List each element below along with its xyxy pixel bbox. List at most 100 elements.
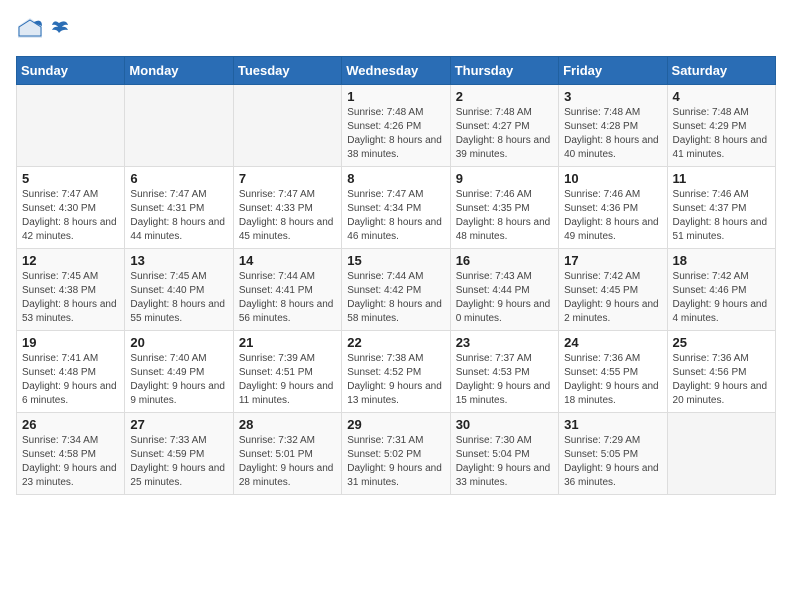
calendar-cell: 2 Sunrise: 7:48 AM Sunset: 4:27 PM Daylig… bbox=[450, 85, 558, 167]
calendar-cell: 6 Sunrise: 7:47 AM Sunset: 4:31 PM Daylig… bbox=[125, 167, 233, 249]
weekday-header-monday: Monday bbox=[125, 57, 233, 85]
day-info: Sunrise: 7:43 AM Sunset: 4:44 PM Dayligh… bbox=[456, 270, 553, 326]
calendar-cell: 1 Sunrise: 7:48 AM Sunset: 4:26 PM Daylig… bbox=[342, 85, 450, 167]
day-number: 30 bbox=[456, 417, 553, 432]
calendar-cell: 10Sunrise: 7:46 AM Sunset: 4:36 PM Dayli… bbox=[559, 167, 667, 249]
day-number: 28 bbox=[239, 417, 336, 432]
day-number: 2 bbox=[456, 89, 553, 104]
week-row-1: 1 Sunrise: 7:48 AM Sunset: 4:26 PM Daylig… bbox=[17, 85, 776, 167]
calendar-cell: 16 Sunrise: 7:43 AM Sunset: 4:44 PM Dayli… bbox=[450, 249, 558, 331]
calendar: SundayMondayTuesdayWednesdayThursdayFrid… bbox=[16, 56, 776, 495]
day-number: 20 bbox=[130, 335, 227, 350]
week-row-2: 5 Sunrise: 7:47 AM Sunset: 4:30 PM Daylig… bbox=[17, 167, 776, 249]
day-number: 16 bbox=[456, 253, 553, 268]
day-info: Sunrise: 7:45 AM Sunset: 4:38 PM Dayligh… bbox=[22, 270, 119, 326]
day-info: Sunrise: 7:40 AM Sunset: 4:49 PM Dayligh… bbox=[130, 352, 227, 408]
weekday-header-saturday: Saturday bbox=[667, 57, 775, 85]
header bbox=[16, 16, 776, 44]
calendar-cell: 28 Sunrise: 7:32 AM Sunset: 5:01 PM Dayli… bbox=[233, 413, 341, 495]
day-number: 17 bbox=[564, 253, 661, 268]
day-info: Sunrise: 7:47 AM Sunset: 4:33 PM Dayligh… bbox=[239, 188, 336, 244]
day-number: 25 bbox=[673, 335, 770, 350]
day-info: Sunrise: 7:39 AM Sunset: 4:51 PM Dayligh… bbox=[239, 352, 336, 408]
day-info: Sunrise: 7:32 AM Sunset: 5:01 PM Dayligh… bbox=[239, 434, 336, 490]
calendar-cell: 19 Sunrise: 7:41 AM Sunset: 4:48 PM Dayli… bbox=[17, 331, 125, 413]
day-number: 14 bbox=[239, 253, 336, 268]
calendar-cell: 11 Sunrise: 7:46 AM Sunset: 4:37 PM Dayli… bbox=[667, 167, 775, 249]
logo-icon bbox=[16, 16, 44, 44]
day-info: Sunrise: 7:41 AM Sunset: 4:48 PM Dayligh… bbox=[22, 352, 119, 408]
calendar-cell: 21 Sunrise: 7:39 AM Sunset: 4:51 PM Dayli… bbox=[233, 331, 341, 413]
day-number: 5 bbox=[22, 171, 119, 186]
day-number: 6 bbox=[130, 171, 227, 186]
day-number: 23 bbox=[456, 335, 553, 350]
calendar-cell: 25 Sunrise: 7:36 AM Sunset: 4:56 PM Dayli… bbox=[667, 331, 775, 413]
calendar-cell: 18Sunrise: 7:42 AM Sunset: 4:46 PM Dayli… bbox=[667, 249, 775, 331]
calendar-cell: 23Sunrise: 7:37 AM Sunset: 4:53 PM Dayli… bbox=[450, 331, 558, 413]
day-number: 15 bbox=[347, 253, 444, 268]
logo bbox=[16, 16, 70, 44]
day-number: 26 bbox=[22, 417, 119, 432]
day-info: Sunrise: 7:48 AM Sunset: 4:29 PM Dayligh… bbox=[673, 106, 770, 162]
day-number: 12 bbox=[22, 253, 119, 268]
calendar-cell bbox=[233, 85, 341, 167]
weekday-header-row: SundayMondayTuesdayWednesdayThursdayFrid… bbox=[17, 57, 776, 85]
day-number: 24 bbox=[564, 335, 661, 350]
day-number: 21 bbox=[239, 335, 336, 350]
day-info: Sunrise: 7:47 AM Sunset: 4:30 PM Dayligh… bbox=[22, 188, 119, 244]
day-info: Sunrise: 7:48 AM Sunset: 4:28 PM Dayligh… bbox=[564, 106, 661, 162]
day-info: Sunrise: 7:46 AM Sunset: 4:36 PM Dayligh… bbox=[564, 188, 661, 244]
calendar-cell: 15 Sunrise: 7:44 AM Sunset: 4:42 PM Dayli… bbox=[342, 249, 450, 331]
day-info: Sunrise: 7:42 AM Sunset: 4:45 PM Dayligh… bbox=[564, 270, 661, 326]
day-info: Sunrise: 7:46 AM Sunset: 4:37 PM Dayligh… bbox=[673, 188, 770, 244]
day-number: 22 bbox=[347, 335, 444, 350]
week-row-3: 12 Sunrise: 7:45 AM Sunset: 4:38 PM Dayli… bbox=[17, 249, 776, 331]
day-info: Sunrise: 7:47 AM Sunset: 4:31 PM Dayligh… bbox=[130, 188, 227, 244]
weekday-header-sunday: Sunday bbox=[17, 57, 125, 85]
calendar-cell: 22Sunrise: 7:38 AM Sunset: 4:52 PM Dayli… bbox=[342, 331, 450, 413]
day-info: Sunrise: 7:44 AM Sunset: 4:42 PM Dayligh… bbox=[347, 270, 444, 326]
day-number: 19 bbox=[22, 335, 119, 350]
calendar-cell: 5 Sunrise: 7:47 AM Sunset: 4:30 PM Daylig… bbox=[17, 167, 125, 249]
calendar-cell: 14 Sunrise: 7:44 AM Sunset: 4:41 PM Dayli… bbox=[233, 249, 341, 331]
day-number: 11 bbox=[673, 171, 770, 186]
calendar-cell: 8Sunrise: 7:47 AM Sunset: 4:34 PM Daylig… bbox=[342, 167, 450, 249]
calendar-cell: 29Sunrise: 7:31 AM Sunset: 5:02 PM Dayli… bbox=[342, 413, 450, 495]
day-number: 18 bbox=[673, 253, 770, 268]
day-info: Sunrise: 7:45 AM Sunset: 4:40 PM Dayligh… bbox=[130, 270, 227, 326]
day-info: Sunrise: 7:47 AM Sunset: 4:34 PM Dayligh… bbox=[347, 188, 444, 244]
weekday-header-thursday: Thursday bbox=[450, 57, 558, 85]
day-number: 4 bbox=[673, 89, 770, 104]
day-info: Sunrise: 7:46 AM Sunset: 4:35 PM Dayligh… bbox=[456, 188, 553, 244]
calendar-cell bbox=[17, 85, 125, 167]
day-info: Sunrise: 7:48 AM Sunset: 4:27 PM Dayligh… bbox=[456, 106, 553, 162]
week-row-5: 26 Sunrise: 7:34 AM Sunset: 4:58 PM Dayli… bbox=[17, 413, 776, 495]
calendar-cell: 7 Sunrise: 7:47 AM Sunset: 4:33 PM Daylig… bbox=[233, 167, 341, 249]
calendar-cell: 17 Sunrise: 7:42 AM Sunset: 4:45 PM Dayli… bbox=[559, 249, 667, 331]
calendar-cell: 13Sunrise: 7:45 AM Sunset: 4:40 PM Dayli… bbox=[125, 249, 233, 331]
day-number: 3 bbox=[564, 89, 661, 104]
weekday-header-wednesday: Wednesday bbox=[342, 57, 450, 85]
day-info: Sunrise: 7:36 AM Sunset: 4:56 PM Dayligh… bbox=[673, 352, 770, 408]
week-row-4: 19 Sunrise: 7:41 AM Sunset: 4:48 PM Dayli… bbox=[17, 331, 776, 413]
calendar-cell: 20 Sunrise: 7:40 AM Sunset: 4:49 PM Dayli… bbox=[125, 331, 233, 413]
day-info: Sunrise: 7:33 AM Sunset: 4:59 PM Dayligh… bbox=[130, 434, 227, 490]
day-number: 9 bbox=[456, 171, 553, 186]
calendar-cell: 26 Sunrise: 7:34 AM Sunset: 4:58 PM Dayli… bbox=[17, 413, 125, 495]
day-info: Sunrise: 7:34 AM Sunset: 4:58 PM Dayligh… bbox=[22, 434, 119, 490]
calendar-cell: 3 Sunrise: 7:48 AM Sunset: 4:28 PM Daylig… bbox=[559, 85, 667, 167]
day-number: 1 bbox=[347, 89, 444, 104]
day-info: Sunrise: 7:48 AM Sunset: 4:26 PM Dayligh… bbox=[347, 106, 444, 162]
weekday-header-friday: Friday bbox=[559, 57, 667, 85]
day-number: 7 bbox=[239, 171, 336, 186]
calendar-cell: 24Sunrise: 7:36 AM Sunset: 4:55 PM Dayli… bbox=[559, 331, 667, 413]
calendar-cell: 30 Sunrise: 7:30 AM Sunset: 5:04 PM Dayli… bbox=[450, 413, 558, 495]
day-info: Sunrise: 7:44 AM Sunset: 4:41 PM Dayligh… bbox=[239, 270, 336, 326]
day-info: Sunrise: 7:30 AM Sunset: 5:04 PM Dayligh… bbox=[456, 434, 553, 490]
calendar-cell: 31Sunrise: 7:29 AM Sunset: 5:05 PM Dayli… bbox=[559, 413, 667, 495]
logo-text bbox=[48, 19, 70, 41]
day-number: 29 bbox=[347, 417, 444, 432]
day-number: 31 bbox=[564, 417, 661, 432]
calendar-cell: 4 Sunrise: 7:48 AM Sunset: 4:29 PM Daylig… bbox=[667, 85, 775, 167]
calendar-cell bbox=[125, 85, 233, 167]
